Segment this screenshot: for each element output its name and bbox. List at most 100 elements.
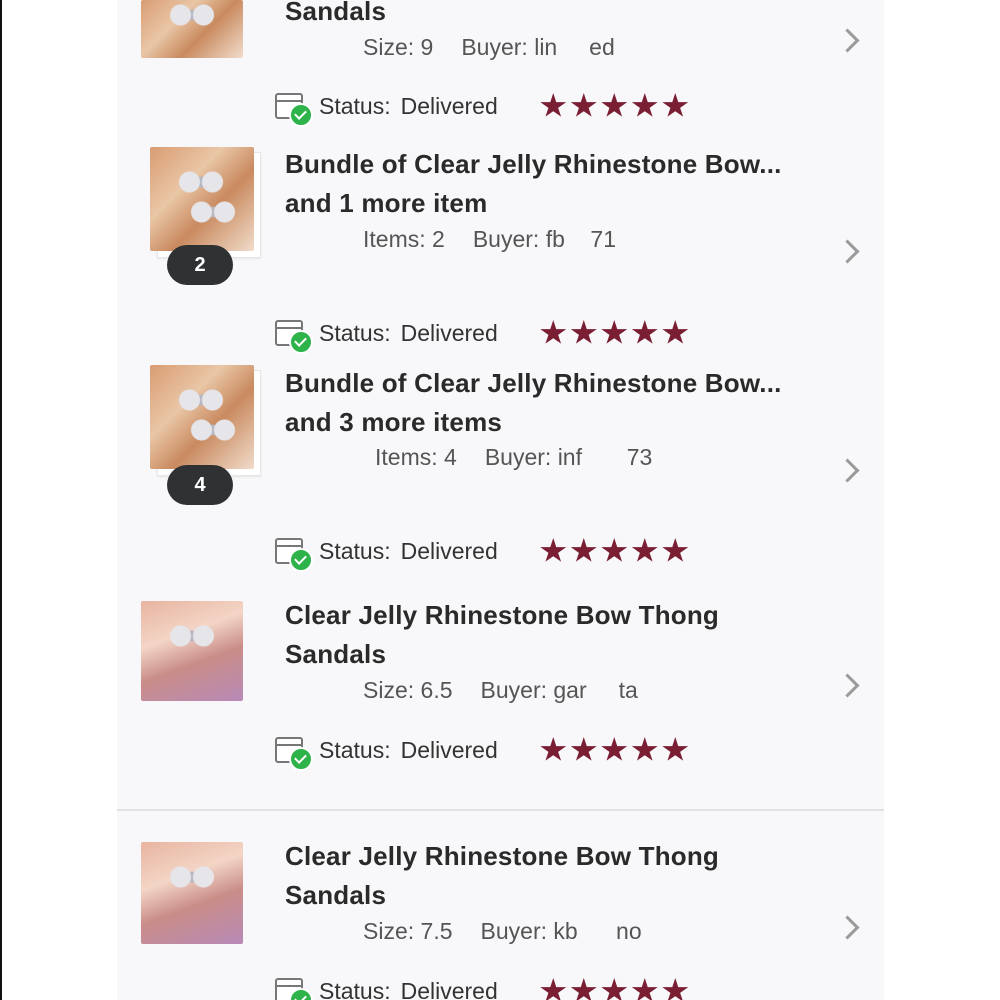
buyer-label: Buyer:: [472, 226, 540, 252]
order-row[interactable]: 2 Bundle of Clear Jelly Rhinestone Bow..…: [117, 135, 884, 354]
bow-graphic: [190, 199, 236, 225]
status-label: Status:: [319, 736, 391, 763]
delivered-box-icon: [275, 974, 313, 1000]
product-photo: [141, 0, 243, 58]
buyer-value: inf 73: [557, 444, 653, 470]
order-row[interactable]: Clear Jelly Rhinestone Bow Thong Sandals…: [117, 589, 884, 809]
buyer-value: kb no: [553, 918, 642, 944]
orders-list: Sandals Size: 9 Buyer: lin ed Status: Deli…: [117, 0, 884, 1000]
star-icon: [540, 737, 567, 761]
order-title-line: Clear Jelly Rhinestone Bow Thong: [285, 841, 720, 871]
status-text: Status: Delivered: [319, 538, 498, 565]
order-meta: Size: 6.5 Buyer: gar ta: [363, 677, 638, 704]
order-title: Bundle of Clear Jelly Rhinestone Bow... …: [285, 364, 782, 442]
chevron-right-icon[interactable]: [835, 28, 860, 53]
page-edge: [0, 0, 2, 1000]
size-label: Size:: [363, 918, 415, 944]
status-value: Delivered: [400, 319, 498, 346]
delivered-box-icon: [275, 534, 313, 572]
order-meta: Items: 4 Buyer: inf 73: [375, 444, 652, 471]
order-meta: Size: 7.5 Buyer: kb no: [363, 918, 642, 945]
star-icon: [540, 93, 567, 117]
sold-orders-panel: Sandals Size: 9 Buyer: lin ed Status: Deli…: [117, 0, 884, 1000]
product-photo: [141, 842, 243, 944]
status-label: Status:: [319, 92, 391, 119]
bow-graphic: [178, 387, 224, 413]
buyer-value: gar ta: [553, 677, 638, 703]
order-title-line: Bundle of Clear Jelly Rhinestone Bow...: [285, 368, 782, 398]
item-count-badge: 4: [167, 465, 233, 505]
star-icon: [601, 538, 628, 562]
size-value: 6.5: [420, 677, 453, 703]
order-title: Sandals: [285, 0, 386, 31]
status-value: Delivered: [400, 537, 498, 564]
status-text: Status: Delivered: [319, 737, 498, 764]
rating-stars: [540, 93, 693, 119]
order-title: Clear Jelly Rhinestone Bow Thong Sandals: [285, 596, 719, 674]
status-row: Status: Delivered: [275, 313, 693, 354]
order-title-line: Bundle of Clear Jelly Rhinestone Bow...: [285, 149, 782, 179]
order-row[interactable]: 4 Bundle of Clear Jelly Rhinestone Bow..…: [117, 353, 884, 589]
delivered-box-icon: [275, 316, 313, 354]
buyer-label: Buyer:: [484, 444, 552, 470]
order-title: Bundle of Clear Jelly Rhinestone Bow... …: [285, 145, 782, 223]
bow-graphic: [169, 864, 215, 890]
product-thumbnail: [141, 0, 243, 58]
delivered-box-icon: [275, 89, 313, 127]
bow-graphic: [178, 169, 224, 195]
item-count-badge: 2: [167, 245, 233, 285]
rating-stars: [540, 538, 693, 564]
product-thumbnail: [141, 842, 243, 944]
rating-stars: [540, 320, 693, 346]
order-title-line: and 3 more items: [285, 407, 503, 437]
star-icon: [570, 737, 597, 761]
rating-stars: [540, 978, 693, 1000]
star-icon: [631, 737, 658, 761]
buyer-value: lin ed: [534, 34, 615, 60]
status-text: Status: Delivered: [319, 978, 498, 1000]
section-divider: [117, 809, 884, 811]
delivered-box-icon: [275, 733, 313, 771]
chevron-right-icon[interactable]: [835, 239, 860, 264]
star-icon: [662, 737, 689, 761]
items-value: 2: [432, 226, 445, 252]
star-icon: [631, 93, 658, 117]
status-row: Status: Delivered: [275, 730, 693, 771]
star-icon: [662, 320, 689, 344]
product-photo: [150, 365, 254, 469]
star-icon: [601, 93, 628, 117]
order-title-line: Clear Jelly Rhinestone Bow Thong: [285, 600, 720, 630]
chevron-right-icon[interactable]: [835, 458, 860, 483]
chevron-right-icon[interactable]: [835, 673, 860, 698]
status-row: Status: Delivered: [275, 86, 693, 127]
status-label: Status:: [319, 537, 391, 564]
buyer-label: Buyer:: [480, 918, 547, 944]
star-icon: [570, 320, 597, 344]
order-title-line: Sandals: [285, 880, 387, 910]
status-row: Status: Delivered: [275, 971, 692, 1000]
star-icon: [631, 538, 658, 562]
order-title: Clear Jelly Rhinestone Bow Thong Sandals: [285, 837, 719, 915]
star-icon: [601, 320, 628, 344]
order-row[interactable]: Clear Jelly Rhinestone Bow Thong Sandals…: [117, 830, 884, 1000]
chevron-right-icon[interactable]: [835, 915, 860, 940]
size-value: 9: [420, 34, 434, 60]
product-thumbnail: [150, 365, 254, 469]
order-title-line: Sandals: [285, 639, 387, 669]
order-title-line: Sandals: [285, 0, 387, 26]
size-label: Size:: [363, 677, 415, 703]
star-icon: [662, 978, 689, 1000]
items-label: Items:: [363, 226, 426, 252]
star-icon: [601, 737, 628, 761]
status-text: Status: Delivered: [319, 320, 498, 347]
rating-stars: [540, 737, 693, 763]
buyer-value: fb 71: [545, 226, 617, 252]
bow-graphic: [169, 623, 215, 649]
size-label: Size:: [363, 34, 415, 60]
buyer-label: Buyer:: [480, 677, 547, 703]
product-thumbnail: [150, 147, 254, 251]
order-row[interactable]: Sandals Size: 9 Buyer: lin ed Status: Deli…: [117, 0, 884, 135]
star-icon: [662, 538, 689, 562]
product-thumbnail: [141, 601, 243, 701]
status-row: Status: Delivered: [275, 531, 693, 572]
